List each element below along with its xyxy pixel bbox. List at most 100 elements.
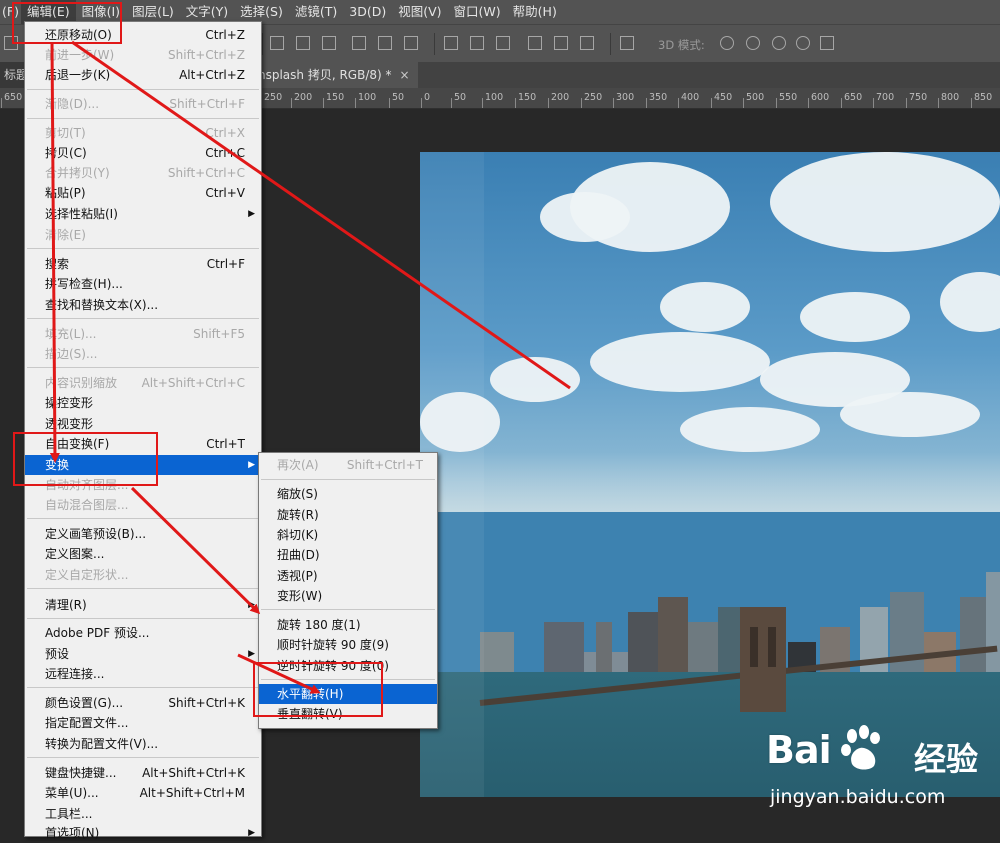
- menu-item-auto-align-layers[interactable]: 自动对齐图层...: [25, 475, 261, 495]
- menu-item-paste[interactable]: 粘贴(P) Ctrl+V: [25, 183, 261, 203]
- close-icon[interactable]: ×: [400, 68, 410, 82]
- menu-item-remote-connections[interactable]: 远程连接...: [25, 664, 261, 684]
- submenu-item-rotate[interactable]: 旋转(R): [259, 505, 437, 525]
- menu-item-convert-profile[interactable]: 转换为配置文件(V)...: [25, 734, 261, 754]
- auto-align-icon[interactable]: [620, 36, 634, 50]
- menu-item-assign-profile[interactable]: 指定配置文件...: [25, 713, 261, 733]
- distribute-hcenter-icon[interactable]: [554, 36, 568, 50]
- 3d-pan-icon[interactable]: [772, 36, 786, 50]
- menu-item-free-transform[interactable]: 自由变换(F) Ctrl+T: [25, 434, 261, 454]
- canvas-image[interactable]: [420, 152, 1000, 797]
- tab-active-document[interactable]: nsplash 拷贝, RGB/8) * ×: [256, 62, 418, 88]
- menu-item-find-replace[interactable]: 查找和替换文本(X)...: [25, 295, 261, 315]
- shortcut: Alt+Ctrl+Z: [179, 68, 245, 82]
- menu-item-define-pattern[interactable]: 定义图案...: [25, 544, 261, 564]
- submenu-item-skew[interactable]: 斜切(K): [259, 525, 437, 545]
- menu-item-label: 合并拷贝(Y): [45, 166, 110, 180]
- menu-item-toolbar[interactable]: 工具栏...: [25, 804, 261, 824]
- menu-help[interactable]: 帮助(H): [507, 0, 563, 24]
- menu-item-spell-check[interactable]: 拼写检查(H)...: [25, 274, 261, 294]
- menu-item-perspective-warp[interactable]: 透视变形: [25, 414, 261, 434]
- menu-item-define-shape[interactable]: 定义自定形状...: [25, 565, 261, 585]
- menu-item-keyboard-shortcuts[interactable]: 键盘快捷键... Alt+Shift+Ctrl+K: [25, 763, 261, 783]
- divider: [610, 33, 611, 55]
- ruler-tick: 50: [388, 88, 404, 108]
- menu-item-label: 定义画笔预设(B)...: [45, 527, 147, 541]
- submenu-item-scale[interactable]: 缩放(S): [259, 484, 437, 504]
- menu-item-presets[interactable]: 预设 ▶: [25, 644, 261, 664]
- menu-item-puppet-warp[interactable]: 操控变形: [25, 393, 261, 413]
- submenu-item-rotate-180[interactable]: 旋转 180 度(1): [259, 615, 437, 635]
- menu-item-label: 定义自定形状...: [45, 568, 129, 582]
- menu-item-label: 自动对齐图层...: [45, 478, 129, 492]
- distribute-bottom-icon[interactable]: [496, 36, 510, 50]
- menu-item-label: 旋转 180 度(1): [277, 618, 361, 632]
- align-top-icon[interactable]: [270, 36, 284, 50]
- align-left-icon[interactable]: [352, 36, 366, 50]
- divider: [262, 33, 263, 55]
- menu-item-fade[interactable]: 渐隐(D)... Shift+Ctrl+F: [25, 94, 261, 114]
- shortcut: Ctrl+V: [205, 186, 245, 200]
- menu-item-label: 拷贝(C): [45, 146, 87, 160]
- menu-separator: [27, 248, 259, 249]
- align-vcenter-icon[interactable]: [296, 36, 310, 50]
- shortcut: Ctrl+F: [206, 257, 245, 271]
- menu-item-stroke[interactable]: 描边(S)...: [25, 344, 261, 364]
- menu-item-step-forward[interactable]: 前进一步(W) Shift+Ctrl+Z: [25, 45, 261, 65]
- menu-item-step-backward[interactable]: 后退一步(K) Alt+Ctrl+Z: [25, 65, 261, 85]
- align-right-icon[interactable]: [404, 36, 418, 50]
- submenu-item-again[interactable]: 再次(A) Shift+Ctrl+T: [259, 455, 437, 475]
- distribute-vcenter-icon[interactable]: [470, 36, 484, 50]
- menu-item-cut[interactable]: 剪切(T) Ctrl+X: [25, 123, 261, 143]
- align-hcenter-icon[interactable]: [378, 36, 392, 50]
- menu-view[interactable]: 视图(V): [392, 0, 447, 24]
- submenu-item-flip-vertical[interactable]: 垂直翻转(V): [259, 704, 437, 724]
- cloud: [590, 332, 770, 392]
- menu-item-transform[interactable]: 变换 ▶: [25, 455, 261, 475]
- menu-filter[interactable]: 滤镜(T): [289, 0, 343, 24]
- submenu-item-rotate-90-ccw[interactable]: 逆时针旋转 90 度(0): [259, 656, 437, 676]
- menu-item-auto-blend-layers[interactable]: 自动混合图层...: [25, 495, 261, 515]
- menu-item-fill[interactable]: 填充(L)... Shift+F5: [25, 324, 261, 344]
- distribute-top-icon[interactable]: [444, 36, 458, 50]
- menu-item-label: 清理(R): [45, 598, 87, 612]
- menu-item-content-aware-scale[interactable]: 内容识别缩放 Alt+Shift+Ctrl+C: [25, 373, 261, 393]
- ruler-tick: 350: [645, 88, 667, 108]
- menu-file[interactable]: (F): [0, 0, 21, 24]
- menu-item-clear[interactable]: 清除(E): [25, 225, 261, 245]
- menu-item-define-brush[interactable]: 定义画笔预设(B)...: [25, 524, 261, 544]
- checkbox-icon[interactable]: [4, 36, 18, 50]
- submenu-item-rotate-90-cw[interactable]: 顺时针旋转 90 度(9): [259, 635, 437, 655]
- distribute-right-icon[interactable]: [580, 36, 594, 50]
- ruler-tick: 200: [547, 88, 569, 108]
- menu-item-label: 定义图案...: [45, 547, 105, 561]
- menu-item-copy-merged[interactable]: 合并拷贝(Y) Shift+Ctrl+C: [25, 163, 261, 183]
- menu-item-label: 变形(W): [277, 589, 323, 603]
- submenu-item-perspective[interactable]: 透视(P): [259, 566, 437, 586]
- 3d-scale-icon[interactable]: [820, 36, 834, 50]
- menu-item-label: 粘贴(P): [45, 186, 86, 200]
- menu-item-label: 首选项(N): [45, 826, 100, 840]
- menu-3d[interactable]: 3D(D): [343, 0, 392, 24]
- submenu-arrow-icon: ▶: [248, 600, 255, 610]
- distribute-left-icon[interactable]: [528, 36, 542, 50]
- ruler-tick: 400: [677, 88, 699, 108]
- align-bottom-icon[interactable]: [322, 36, 336, 50]
- menu-window[interactable]: 窗口(W): [448, 0, 507, 24]
- menu-item-color-settings[interactable]: 颜色设置(G)... Shift+Ctrl+K: [25, 693, 261, 713]
- submenu-item-warp[interactable]: 变形(W): [259, 586, 437, 606]
- 3d-roll-icon[interactable]: [746, 36, 760, 50]
- menu-item-purge[interactable]: 清理(R) ▶: [25, 595, 261, 615]
- menu-item-label: Adobe PDF 预设...: [45, 626, 150, 640]
- submenu-item-flip-horizontal[interactable]: 水平翻转(H): [259, 684, 437, 704]
- menu-item-undo[interactable]: 还原移动(O) Ctrl+Z: [25, 25, 261, 45]
- menu-item-menus[interactable]: 菜单(U)... Alt+Shift+Ctrl+M: [25, 783, 261, 803]
- menu-item-pdf-presets[interactable]: Adobe PDF 预设...: [25, 623, 261, 643]
- 3d-slide-icon[interactable]: [796, 36, 810, 50]
- menu-item-preferences[interactable]: 首选项(N) ▶: [25, 823, 261, 843]
- menu-item-paste-special[interactable]: 选择性粘贴(I) ▶: [25, 204, 261, 224]
- submenu-item-distort[interactable]: 扭曲(D): [259, 545, 437, 565]
- 3d-orbit-icon[interactable]: [720, 36, 734, 50]
- menu-item-copy[interactable]: 拷贝(C) Ctrl+C: [25, 143, 261, 163]
- menu-item-search[interactable]: 搜索 Ctrl+F: [25, 254, 261, 274]
